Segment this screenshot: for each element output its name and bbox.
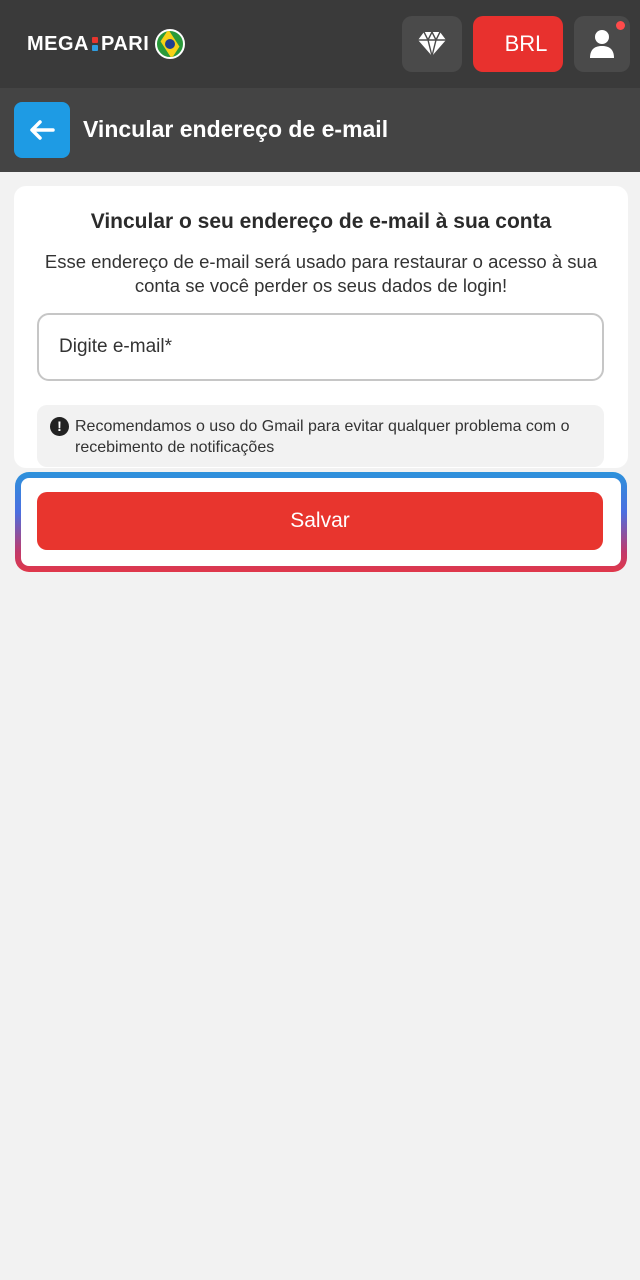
currency-button[interactable]: BRL xyxy=(473,16,563,72)
diamond-icon xyxy=(418,31,446,57)
user-profile-button[interactable] xyxy=(574,16,630,72)
form-description: Esse endereço de e-mail será usado para … xyxy=(44,251,598,296)
user-icon xyxy=(590,30,614,58)
page-header: Vincular endereço de e-mail xyxy=(0,88,640,172)
top-bar: MEGA PARI BRL xyxy=(0,0,640,88)
logo-text-left: MEGA xyxy=(27,32,89,55)
gmail-notice: ! Recomendamos o uso do Gmail para evita… xyxy=(37,405,604,467)
logo-separator-icon xyxy=(92,35,98,53)
currency-label: BRL xyxy=(504,31,548,56)
form-title: Vincular o seu endereço de e-mail à sua … xyxy=(90,210,552,233)
save-button-highlight: Salvar xyxy=(15,472,627,572)
vip-diamond-button[interactable] xyxy=(402,16,462,72)
save-button-container: Salvar xyxy=(21,478,621,566)
notice-text: Recomendamos o uso do Gmail para evitar … xyxy=(75,418,570,456)
exclamation-circle-icon: ! xyxy=(50,417,69,436)
page-title: Vincular endereço de e-mail xyxy=(83,116,389,142)
logo-text-right: PARI xyxy=(101,32,150,55)
email-input[interactable] xyxy=(37,313,604,381)
arrow-left-icon xyxy=(30,120,55,140)
save-button[interactable]: Salvar xyxy=(37,492,603,550)
notification-dot xyxy=(616,21,625,30)
email-form-card: Vincular o seu endereço de e-mail à sua … xyxy=(14,186,628,468)
brazil-flag-icon xyxy=(155,29,186,59)
back-button[interactable] xyxy=(14,102,70,158)
megapari-logo[interactable]: MEGA PARI xyxy=(27,28,186,60)
